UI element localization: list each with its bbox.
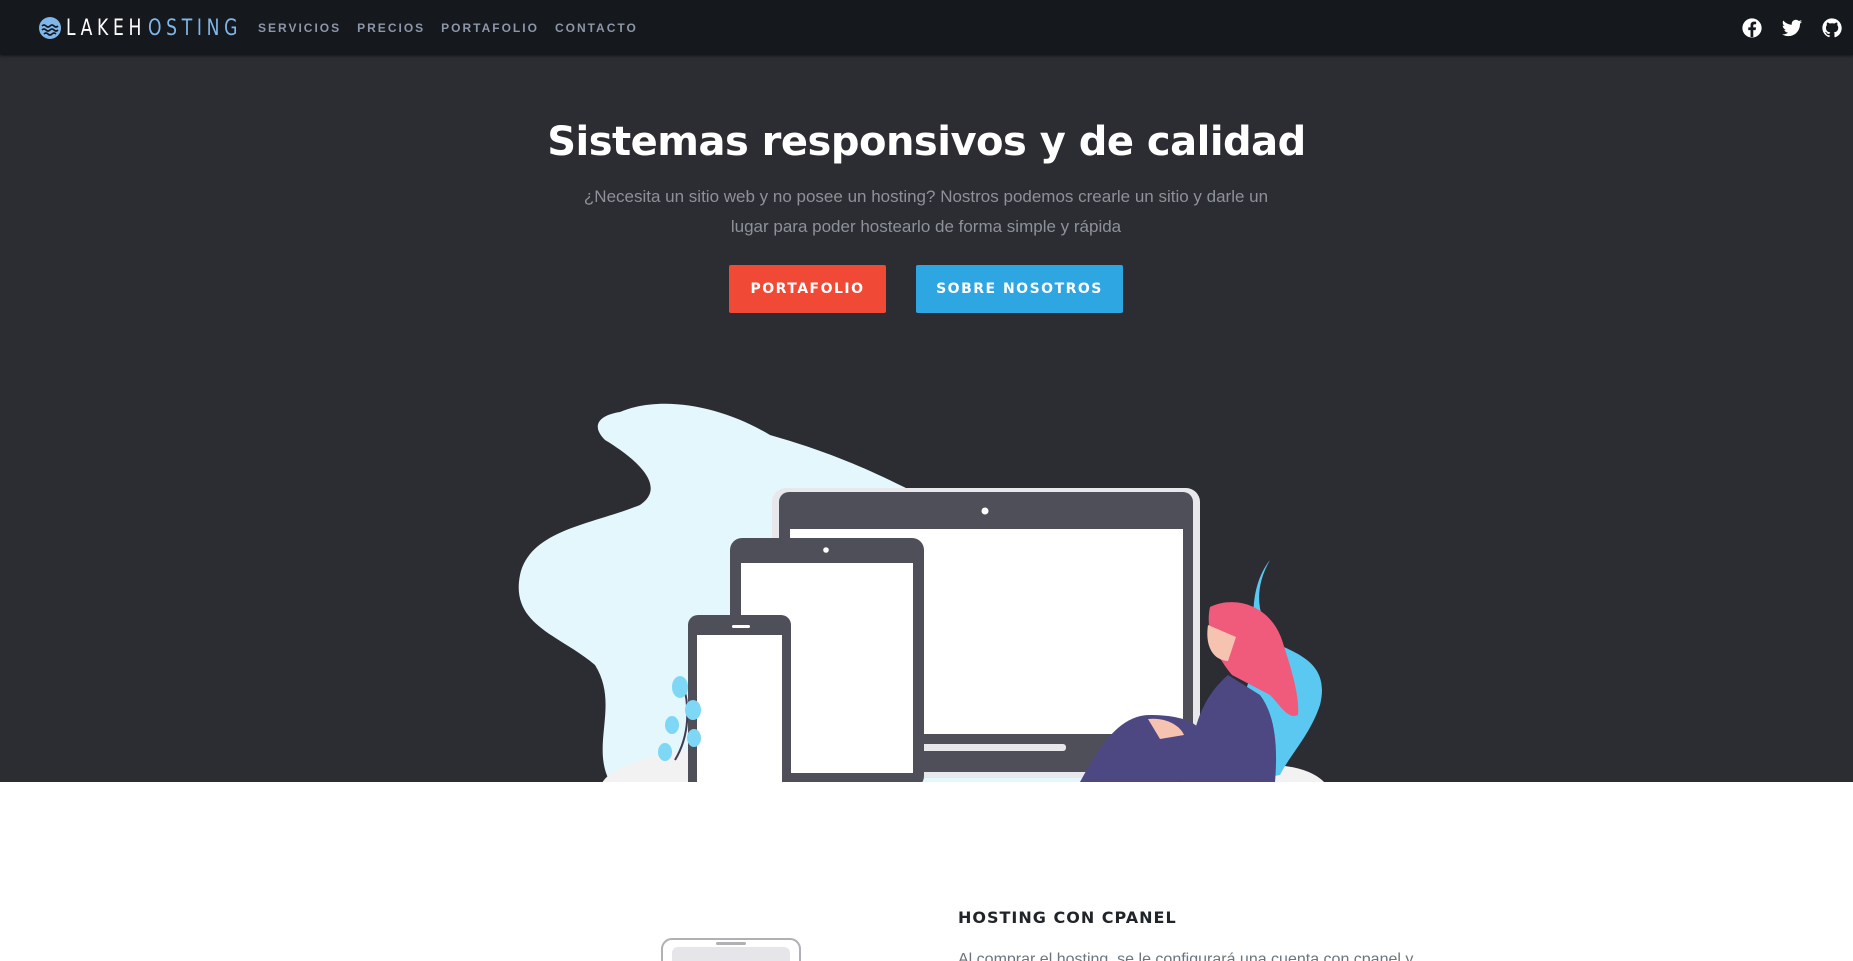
laptop-camera [981, 507, 989, 515]
feature-title: HOSTING CON CPANEL [958, 908, 1177, 927]
tablet-camera [823, 547, 829, 553]
features-section: HOSTING CON CPANEL Al comprar el hosting… [0, 782, 1853, 961]
devices-illustration [518, 403, 1325, 782]
hero-section: Sistemas responsivos y de calidad ¿Neces… [0, 55, 1853, 782]
feature-text: Al comprar el hosting, se le configurará… [958, 951, 1414, 961]
lake-logo-icon [39, 17, 61, 39]
navbar: LAKEH OSTING SERVICIOS PRECIOS PORTAFOLI… [0, 0, 1853, 55]
twitter-icon[interactable] [1781, 17, 1803, 39]
laptop-base [919, 744, 1066, 751]
github-icon[interactable] [1821, 17, 1843, 39]
facebook-icon[interactable] [1741, 17, 1763, 39]
phone-speaker [732, 625, 750, 628]
phone-screen [697, 635, 782, 782]
nav-link-contacto[interactable]: CONTACTO [555, 21, 638, 35]
phone-outline-icon [661, 938, 801, 961]
nav-link-servicios[interactable]: SERVICIOS [258, 21, 341, 35]
brand-name-primary: LAKEH [66, 15, 147, 41]
nav-links: SERVICIOS PRECIOS PORTAFOLIO CONTACTO [258, 0, 654, 55]
brand-logo-link[interactable]: LAKEH OSTING [38, 13, 269, 43]
social-links [1723, 0, 1843, 55]
nav-link-portafolio[interactable]: PORTAFOLIO [441, 21, 539, 35]
nav-link-precios[interactable]: PRECIOS [357, 21, 425, 35]
brand-name-accent: OSTING [148, 15, 243, 41]
